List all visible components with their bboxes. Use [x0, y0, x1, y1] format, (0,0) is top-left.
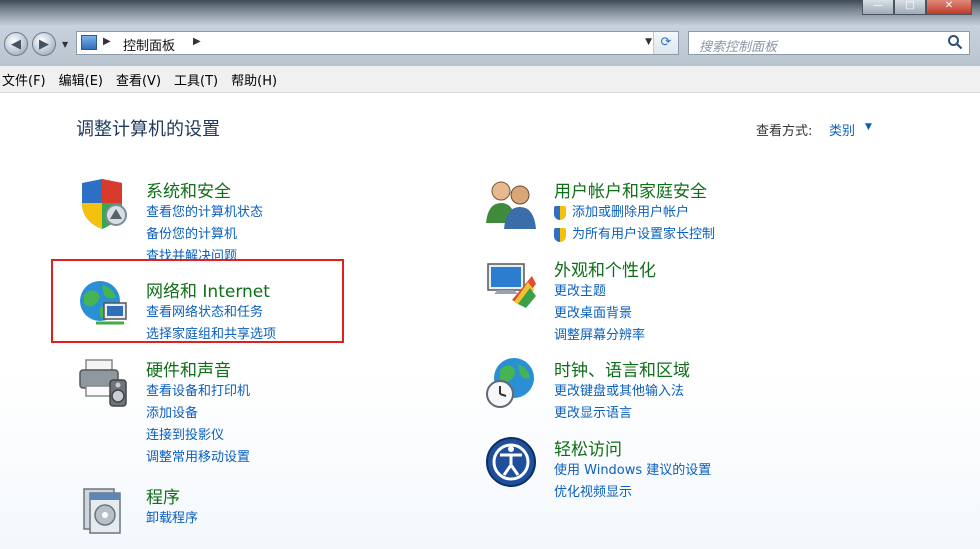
category-title[interactable]: 外观和个性化	[554, 256, 656, 281]
view-by-dropdown-arrow-icon[interactable]: ▼	[865, 122, 872, 132]
breadcrumb-control-panel[interactable]: 控制面板	[123, 35, 175, 54]
network-globe-icon[interactable]	[76, 277, 130, 331]
search-icon[interactable]	[947, 34, 963, 50]
page-title: 调整计算机的设置	[76, 119, 220, 140]
menu-edit[interactable]: 编辑(E)	[55, 70, 112, 89]
control-panel-content: 调整计算机的设置 查看方式: 类别 ▼ 系统和安全 查看您的计算机状态 备份您的…	[0, 93, 980, 549]
category-links: 添加或删除用户帐户 为所有用户设置家长控制	[554, 202, 715, 246]
category-links: 查看设备和打印机 添加设备 连接到投影仪 调整常用移动设置	[146, 381, 250, 469]
appearance-icon[interactable]	[484, 256, 538, 310]
category-links: 查看您的计算机状态 备份您的计算机 查找并解决问题	[146, 202, 263, 268]
view-by-dropdown[interactable]: 类别	[829, 120, 855, 139]
link-parental-controls[interactable]: 为所有用户设置家长控制	[554, 224, 715, 246]
ease-of-access-icon[interactable]	[484, 435, 538, 489]
menu-file[interactable]: 文件(F)	[0, 70, 55, 89]
breadcrumb-arrow-icon[interactable]: ▶	[103, 36, 111, 47]
link-view-network-status[interactable]: 查看网络状态和任务	[146, 302, 276, 324]
link-connect-projector[interactable]: 连接到投影仪	[146, 425, 250, 447]
minimize-button[interactable]: —	[862, 0, 894, 15]
forward-arrow-icon: ▶	[39, 36, 49, 52]
category-links: 查看网络状态和任务 选择家庭组和共享选项	[146, 302, 276, 346]
refresh-icon: ⟳	[660, 35, 672, 50]
menu-view[interactable]: 查看(V)	[112, 70, 170, 89]
address-dropdown-icon[interactable]: ▼	[645, 37, 652, 47]
link-uninstall-program[interactable]: 卸载程序	[146, 508, 198, 530]
menu-bar: 文件(F) 编辑(E) 查看(V) 工具(T) 帮助(H)	[0, 66, 980, 93]
link-devices-printers[interactable]: 查看设备和打印机	[146, 381, 250, 403]
back-arrow-icon: ◀	[11, 36, 21, 52]
link-add-device[interactable]: 添加设备	[146, 403, 250, 425]
close-button[interactable]: ✕	[926, 0, 972, 15]
category-links: 卸载程序	[146, 508, 198, 530]
programs-icon[interactable]	[76, 483, 130, 537]
link-troubleshoot[interactable]: 查找并解决问题	[146, 246, 263, 268]
view-by-label: 查看方式:	[756, 124, 813, 139]
link-change-input-methods[interactable]: 更改键盘或其他输入法	[554, 381, 684, 403]
link-desktop-background[interactable]: 更改桌面背景	[554, 303, 645, 325]
link-screen-resolution[interactable]: 调整屏幕分辨率	[554, 325, 645, 347]
maximize-button[interactable]: □	[894, 0, 926, 15]
control-panel-icon	[81, 35, 97, 50]
link-change-theme[interactable]: 更改主题	[554, 281, 645, 303]
printer-speaker-icon[interactable]	[76, 356, 130, 410]
category-title[interactable]: 程序	[146, 483, 180, 508]
link-windows-recommended-settings[interactable]: 使用 Windows 建议的设置	[554, 460, 711, 482]
link-optimize-visual-display[interactable]: 优化视频显示	[554, 482, 711, 504]
refresh-button[interactable]: ⟳	[653, 32, 678, 54]
category-links: 更改主题 更改桌面背景 调整屏幕分辨率	[554, 281, 645, 347]
link-add-remove-accounts[interactable]: 添加或删除用户帐户	[554, 202, 715, 224]
breadcrumb-arrow-icon[interactable]: ▶	[193, 36, 201, 47]
category-title[interactable]: 硬件和声音	[146, 356, 231, 381]
link-view-computer-status[interactable]: 查看您的计算机状态	[146, 202, 263, 224]
menu-help[interactable]: 帮助(H)	[227, 70, 286, 89]
search-input[interactable]: 搜索控制面板	[699, 36, 777, 55]
link-mobility-settings[interactable]: 调整常用移动设置	[146, 447, 250, 469]
link-backup-computer[interactable]: 备份您的计算机	[146, 224, 263, 246]
link-change-display-language[interactable]: 更改显示语言	[554, 403, 684, 425]
category-title[interactable]: 时钟、语言和区域	[554, 356, 690, 381]
category-title[interactable]: 用户帐户和家庭安全	[554, 177, 707, 202]
back-button[interactable]: ◀	[4, 32, 28, 56]
category-title[interactable]: 轻松访问	[554, 435, 622, 460]
address-bar[interactable]: ▶ 控制面板 ▶ ▼ ⟳	[76, 31, 679, 55]
category-title[interactable]: 系统和安全	[146, 177, 231, 202]
category-links: 使用 Windows 建议的设置 优化视频显示	[554, 460, 711, 504]
security-shield-icon[interactable]	[76, 177, 130, 231]
window-chrome: — □ ✕ ◀ ▶ ▼ ▶ 控制面板 ▶ ▼ ⟳ 搜索控制面板	[0, 0, 980, 66]
search-box[interactable]: 搜索控制面板	[688, 31, 970, 55]
recent-pages-dropdown-icon[interactable]: ▼	[62, 40, 68, 49]
forward-button[interactable]: ▶	[32, 32, 56, 56]
menu-tools[interactable]: 工具(T)	[170, 70, 227, 89]
window-controls: — □ ✕	[862, 0, 972, 16]
category-title[interactable]: 网络和 Internet	[146, 277, 270, 302]
clock-globe-icon[interactable]	[484, 356, 538, 410]
link-homegroup-sharing[interactable]: 选择家庭组和共享选项	[146, 324, 276, 346]
category-links: 更改键盘或其他输入法 更改显示语言	[554, 381, 684, 425]
users-icon[interactable]	[484, 177, 538, 231]
